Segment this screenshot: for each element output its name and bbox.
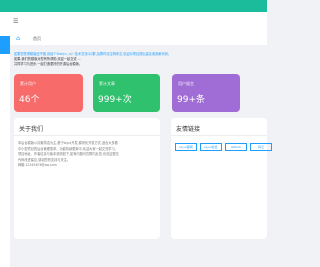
stat-card-messages[interactable]: 用户留言 99+条 — [172, 74, 240, 112]
about-email: 邮箱:12345678@qq.com — [18, 163, 57, 167]
stat-card-title: 累计文章 — [99, 81, 115, 86]
friend-links-panel: 友情链接 layui官网 layui社区 Github 码云 — [171, 118, 272, 239]
top-accent-bar — [0, 0, 267, 12]
stat-card-title: 累计用户 — [20, 81, 36, 86]
sidebar-active-item[interactable] — [0, 36, 10, 54]
stat-card-articles[interactable]: 累计文章 999+次 — [93, 74, 160, 112]
stat-card-value: 999+次 — [98, 95, 132, 105]
home-icon[interactable]: ⌂ — [14, 35, 22, 43]
friend-link[interactable]: Github — [225, 143, 247, 151]
notice-text: 如果您觉得模版还不错,请给个Star(⊙ˍ⊙)! 技术交流QQ群,加群时请注明来… — [14, 52, 267, 70]
stat-card-title: 用户留言 — [178, 81, 194, 86]
friend-link[interactable]: layui官网 — [175, 143, 197, 151]
divider — [171, 135, 267, 136]
tab-home[interactable]: 首页 — [33, 36, 41, 42]
about-panel: 关于我们 本后台模版以清爽简洁为主,基于layui开发,模块化开发方式,适合大多… — [14, 118, 160, 239]
friend-links-title: 友情链接 — [176, 126, 201, 133]
friend-link[interactable]: 码云 — [250, 143, 272, 151]
about-body: 本后台模版以清爽简洁为主,基于layui开发,模块化开发方式,适合大多数 中小型… — [18, 141, 156, 169]
about-title: 关于我们 — [19, 126, 44, 133]
tab-bar: ⌂ 首页 — [10, 33, 267, 45]
menu-icon[interactable]: ☰ — [13, 18, 18, 25]
friend-link[interactable]: layui社区 — [200, 143, 222, 151]
notice-line-3: 共同学习与进步,一起打造更好的开源后台模版。 — [14, 62, 82, 66]
stat-card-users[interactable]: 累计用户 46个 — [14, 74, 83, 112]
sidebar — [0, 12, 10, 267]
divider — [14, 135, 160, 136]
header: ☰ — [10, 12, 267, 34]
stat-card-value: 99+条 — [177, 95, 205, 105]
stat-card-value: 46个 — [19, 95, 40, 105]
